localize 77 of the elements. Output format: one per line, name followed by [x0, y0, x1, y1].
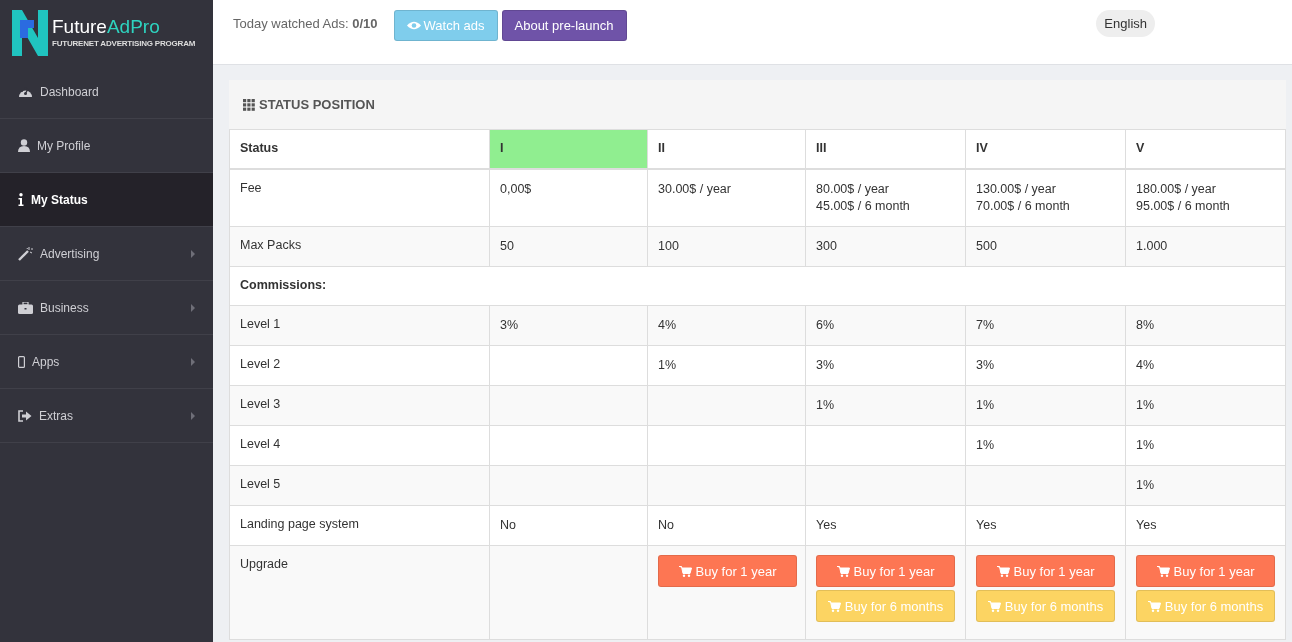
table-cell-text: 6%: [816, 317, 836, 334]
logo-name: FutureAdPro: [52, 17, 161, 37]
info-icon: [18, 193, 24, 206]
cart-icon: [1147, 600, 1161, 612]
table-cell-text: No: [658, 517, 675, 534]
table-cell-text: 30.00$ / year: [658, 181, 732, 198]
table-cell-text: 1%: [816, 397, 836, 414]
panel-title: STATUS POSITION: [259, 97, 375, 112]
logo-tagline: FUTURENET ADVERTISING PROGRAM: [52, 39, 196, 48]
table-cell-text: 0,00$: [500, 181, 533, 198]
table-cell-text: 300: [816, 238, 838, 255]
sidebar-item[interactable]: Business: [0, 281, 213, 335]
row-label: Fee: [240, 181, 262, 195]
table-cell-text: Yes: [816, 517, 838, 534]
about-button[interactable]: About pre-launch: [501, 10, 627, 41]
table-cell-text: 7%: [976, 317, 996, 334]
sidebar-item[interactable]: My Status: [0, 173, 213, 227]
table-cell-text: 1%: [1136, 397, 1156, 414]
table-cell-text: 4%: [1136, 357, 1156, 374]
table-cell-text: 3%: [500, 317, 520, 334]
watched-ads-counter: Today watched Ads: 0/10: [233, 16, 378, 31]
grid-icon: [243, 98, 255, 111]
column-header: IV: [965, 129, 1126, 169]
logo-icon: [12, 9, 48, 56]
table-cell-text: 1%: [976, 397, 996, 414]
table-cell-text: No: [500, 517, 517, 534]
section-label: Commissions:: [240, 278, 327, 292]
exit-icon: [18, 409, 32, 422]
column-header: I: [489, 129, 648, 169]
table-cell-text: 70.00$ / 6 month: [976, 198, 1071, 215]
table-cell-text: 95.00$ / 6 month: [1136, 198, 1231, 215]
cart-icon: [987, 600, 1001, 612]
table-cell-text: 3%: [816, 357, 836, 374]
table-cell-text: 4%: [658, 317, 678, 334]
table-cell-text: 100: [658, 238, 680, 255]
row-label: Level 4: [240, 437, 281, 451]
table-cell-text: 130.00$ / year: [976, 181, 1057, 198]
column-header: III: [805, 129, 966, 169]
eye-icon: [406, 21, 421, 30]
cart-icon: [1156, 565, 1170, 577]
row-label: Level 2: [240, 357, 281, 371]
sidebar-item[interactable]: Advertising: [0, 227, 213, 281]
row-label: Level 1: [240, 317, 281, 331]
column-header: V: [1125, 129, 1286, 169]
table-cell-text: 80.00$ / year: [816, 181, 890, 198]
table-cell-text: Yes: [976, 517, 998, 534]
table-cell-text: 1%: [1136, 477, 1156, 494]
cart-icon: [827, 600, 841, 612]
table-cell-text: 1%: [976, 437, 996, 454]
briefcase-icon: [18, 301, 33, 314]
table-cell-text: 1.000: [1136, 238, 1169, 255]
row-label: Upgrade: [240, 557, 288, 571]
sidebar-item[interactable]: Apps: [0, 335, 213, 389]
table-cell-text: 1%: [1136, 437, 1156, 454]
cart-icon: [996, 565, 1010, 577]
row-label: Level 5: [240, 477, 281, 491]
cart-icon: [836, 565, 850, 577]
table-cell-text: 45.00$ / 6 month: [816, 198, 911, 215]
table-cell-text: 8%: [1136, 317, 1156, 334]
row-label: Level 3: [240, 397, 281, 411]
column-header: Status: [229, 129, 490, 169]
table-cell-text: Yes: [1136, 517, 1158, 534]
table-cell-text: 50: [500, 238, 515, 255]
user-icon: [18, 139, 30, 152]
wand-icon: [18, 246, 33, 261]
table-cell-text: 3%: [976, 357, 996, 374]
table-cell-text: 180.00$ / year: [1136, 181, 1217, 198]
row-label: Landing page system: [240, 517, 359, 531]
phone-icon: [18, 355, 25, 368]
table-cell-text: 1%: [658, 357, 678, 374]
table-cell-text: 500: [976, 238, 998, 255]
row-label: Max Packs: [240, 238, 302, 252]
language-selector[interactable]: English: [1096, 10, 1155, 37]
cart-icon: [678, 565, 692, 577]
column-header: II: [647, 129, 806, 169]
sidebar-item[interactable]: Dashboard: [0, 65, 213, 119]
sidebar-item[interactable]: Extras: [0, 389, 213, 443]
